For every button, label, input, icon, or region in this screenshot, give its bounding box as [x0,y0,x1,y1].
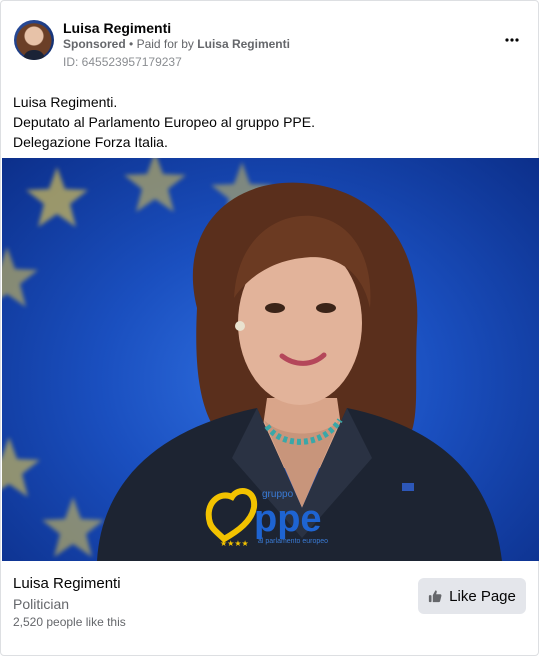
more-options-icon [505,38,519,42]
separator-dot: • [129,37,134,51]
thumbs-up-icon [429,590,442,603]
logo-tagline: al parlamento europeo [258,538,328,545]
sponsored-post-card: Luisa Regimenti Sponsored • Paid for by … [0,0,539,656]
like-page-button[interactable]: Like Page [418,578,526,614]
like-page-label: Like Page [449,587,516,605]
paid-for-prefix: Paid for by [136,37,194,51]
ppe-logo: gruppo ppe al parlamento europeo ★★★★ [205,488,328,548]
body-line: Deputato al Parlamento Europeo al gruppo… [13,114,315,130]
ad-image[interactable]: gruppo ppe al parlamento europeo ★★★★ [2,158,539,561]
sponsored-label[interactable]: Sponsored [63,37,126,51]
footer-page-name[interactable]: Luisa Regimenti [13,574,121,594]
logo-stars: ★★★★ [220,539,249,548]
paid-for-name[interactable]: Luisa Regimenti [197,37,290,51]
footer-likes-count: 2,520 people like this [13,615,126,629]
body-line: Delegazione Forza Italia. [13,134,168,150]
post-body-text: Luisa Regimenti. Deputato al Parlamento … [13,92,523,152]
page-name-link[interactable]: Luisa Regimenti [63,20,171,36]
more-options-button[interactable] [500,32,524,52]
post-footer: Luisa Regimenti Politician 2,520 people … [13,570,526,650]
body-line: Luisa Regimenti. [13,94,118,110]
ad-id: ID: 645523957179237 [63,55,182,69]
sponsored-line: Sponsored • Paid for by Luisa Regimenti [63,36,290,52]
footer-category: Politician [13,596,70,612]
page-avatar[interactable] [14,20,54,60]
post-header: Luisa Regimenti Sponsored • Paid for by … [13,20,526,72]
logo-big-word: ppe [254,498,322,540]
